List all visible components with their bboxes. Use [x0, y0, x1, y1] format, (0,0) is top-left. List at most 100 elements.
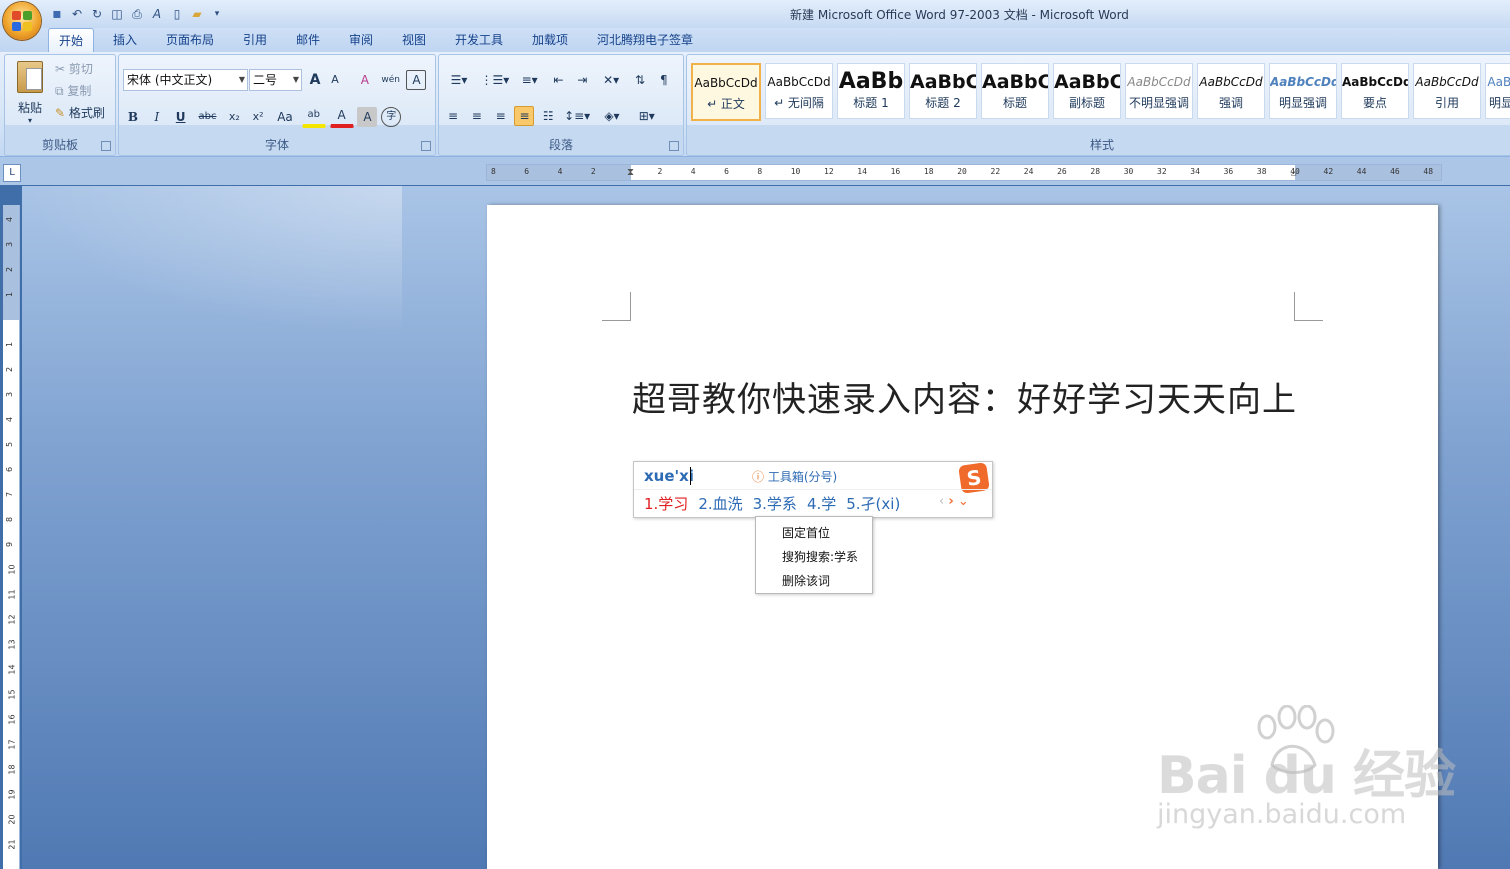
tab-add-ins[interactable]: 加载项: [532, 28, 568, 52]
undo-icon[interactable]: ↶: [68, 5, 86, 23]
tab-insert[interactable]: 插入: [113, 28, 137, 52]
style-title[interactable]: AaBbC 标题: [981, 63, 1049, 119]
tab-references[interactable]: 引用: [243, 28, 267, 52]
justify-icon[interactable]: ≡: [514, 105, 535, 126]
clear-format-icon[interactable]: A: [355, 70, 375, 90]
bullets-icon[interactable]: ☰▾: [443, 70, 475, 90]
italic-icon[interactable]: I: [147, 107, 167, 127]
increase-indent-icon[interactable]: ⇥: [572, 70, 592, 90]
style-subtitle[interactable]: AaBbC 副标题: [1053, 63, 1121, 119]
print-icon[interactable]: ⎙: [128, 5, 146, 23]
highlight-icon[interactable]: ab: [301, 105, 326, 128]
paragraph-launcher-icon[interactable]: [669, 141, 679, 151]
ruler-tick-label: 46: [1390, 167, 1400, 176]
horizontal-ruler[interactable]: 8 6 4 2 2 4 6 8 10 12 14 16 18 20 22 24 26 28 30 32 34 36 38 40…: [486, 164, 1442, 181]
font-name-combo[interactable]: 宋体 (中文正文) ▼: [123, 69, 248, 91]
cut-button[interactable]: ✂ 剪切: [55, 59, 93, 79]
style-heading-1[interactable]: AaBb 标题 1: [837, 63, 905, 119]
ime-toolbox-link[interactable]: ⓘ 工具箱(分号): [752, 468, 837, 485]
clipboard-group: 粘贴 ▾ ✂ 剪切 ⧉ 复制 ✎ 格式刷 剪贴板: [4, 54, 116, 156]
tab-developer[interactable]: 开发工具: [455, 28, 503, 52]
ime-candidate[interactable]: 1.学习: [644, 495, 688, 513]
open-icon[interactable]: ▰: [188, 5, 206, 23]
format-painter-button[interactable]: ✎ 格式刷: [55, 103, 105, 123]
tab-mailings[interactable]: 邮件: [296, 28, 320, 52]
vertical-ruler[interactable]: 4 3 2 1 1 2 3 4 5 6 7 8 9 10 11 12 13 14 15 16 17 18 19 20 21: [3, 205, 20, 869]
numbering-icon[interactable]: ⋮☰▾: [479, 70, 511, 90]
shrink-font-icon[interactable]: A: [325, 70, 345, 90]
underline-icon[interactable]: U: [171, 107, 191, 127]
tab-view[interactable]: 视图: [402, 28, 426, 52]
new-document-icon[interactable]: ▯: [168, 5, 186, 23]
strikethrough-icon[interactable]: abc: [194, 107, 220, 127]
superscript-icon[interactable]: x²: [248, 107, 268, 127]
office-button[interactable]: [3, 2, 41, 40]
expand-icon[interactable]: ⌄: [958, 494, 969, 509]
sort-icon[interactable]: ⇅: [630, 70, 650, 90]
menu-item-sogou-search[interactable]: 搜狗搜索:学系: [782, 548, 858, 565]
character-shading-icon[interactable]: A: [357, 106, 378, 127]
scissors-icon: ✂: [55, 62, 66, 76]
next-page-icon[interactable]: ›: [948, 494, 953, 509]
menu-item-pin-first[interactable]: 固定首位: [782, 524, 830, 541]
tab-e-signature[interactable]: 河北腾翔电子签章: [597, 28, 693, 52]
tab-review[interactable]: 审阅: [349, 28, 373, 52]
ruler-tick-label: 5: [5, 441, 15, 448]
ime-candidate[interactable]: 3.学系: [753, 495, 797, 513]
align-left-icon[interactable]: ≡: [443, 106, 463, 126]
prev-page-icon[interactable]: ‹: [939, 494, 944, 509]
align-center-icon[interactable]: ≡: [467, 106, 487, 126]
right-indent-marker-icon[interactable]: △: [1291, 168, 1296, 178]
tab-page-layout[interactable]: 页面布局: [166, 28, 214, 52]
subscript-icon[interactable]: x₂: [224, 107, 244, 127]
workspace-decoration: [22, 186, 402, 336]
style-sample: AaBl: [1487, 75, 1510, 89]
menu-item-delete-word[interactable]: 删除该词: [782, 572, 830, 589]
copy-button[interactable]: ⧉ 复制: [55, 81, 91, 101]
document-text-line[interactable]: 超哥教你快速录入内容：好好学习天天向上: [632, 372, 1297, 421]
tab-home[interactable]: 开始: [48, 28, 95, 53]
line-spacing-icon[interactable]: ↕≡▾: [562, 106, 592, 126]
ime-candidate[interactable]: 4.学: [807, 495, 836, 513]
redo-icon[interactable]: ↻: [88, 5, 106, 23]
style-intense-emphasis[interactable]: AaBbCcDd 明显强调: [1269, 63, 1337, 119]
clipboard-launcher-icon[interactable]: [101, 141, 111, 151]
decrease-indent-icon[interactable]: ⇤: [548, 70, 568, 90]
change-case-icon[interactable]: Aa: [272, 107, 298, 127]
indent-marker-icon[interactable]: ⧗: [627, 165, 634, 180]
ruler-tick-label: 4: [690, 167, 696, 176]
style-emphasis[interactable]: AaBbCcDd 强调: [1197, 63, 1265, 119]
ruler-tick-label: 2: [5, 266, 15, 273]
asian-layout-icon[interactable]: ✕▾: [596, 70, 626, 90]
distributed-icon[interactable]: ☷: [538, 106, 558, 126]
shading-icon[interactable]: ◈▾: [596, 106, 628, 126]
character-border-icon[interactable]: A: [406, 69, 427, 90]
borders-icon[interactable]: ⊞▾: [632, 106, 662, 126]
bold-icon[interactable]: B: [123, 107, 143, 127]
spelling-icon[interactable]: A: [148, 5, 166, 23]
enclose-character-icon[interactable]: 字: [381, 106, 402, 127]
style-subtle-emphasis[interactable]: AaBbCcDd 不明显强调: [1125, 63, 1193, 119]
customize-qat-icon[interactable]: ▾: [208, 5, 226, 23]
save-icon[interactable]: ▪: [48, 5, 66, 23]
style-intense[interactable]: AaBl 明显: [1485, 63, 1510, 119]
phonetic-guide-icon[interactable]: wén: [379, 70, 403, 90]
font-size-combo[interactable]: 二号 ▼: [249, 69, 302, 91]
paste-button[interactable]: 粘贴 ▾: [13, 59, 47, 129]
ime-candidate[interactable]: 5.孑(xi): [846, 495, 900, 513]
tab-selector-button[interactable]: L: [3, 164, 21, 182]
print-preview-icon[interactable]: ◫: [108, 5, 126, 23]
ime-candidate[interactable]: 2.血洗: [698, 495, 742, 513]
style-strong[interactable]: AaBbCcDd 要点: [1341, 63, 1409, 119]
align-right-icon[interactable]: ≡: [491, 106, 511, 126]
grow-font-icon[interactable]: A: [305, 70, 325, 90]
style-no-spacing[interactable]: AaBbCcDd ↵ 无间隔: [765, 63, 833, 119]
multilevel-list-icon[interactable]: ≡▾: [515, 70, 545, 90]
font-size-value: 二号: [253, 73, 278, 87]
style-quote[interactable]: AaBbCcDd 引用: [1413, 63, 1481, 119]
font-color-icon[interactable]: A: [329, 105, 354, 128]
show-marks-icon[interactable]: ¶: [654, 70, 674, 90]
style-normal[interactable]: AaBbCcDd ↵ 正文: [691, 63, 761, 121]
font-launcher-icon[interactable]: [421, 141, 431, 151]
style-heading-2[interactable]: AaBbC 标题 2: [909, 63, 977, 119]
